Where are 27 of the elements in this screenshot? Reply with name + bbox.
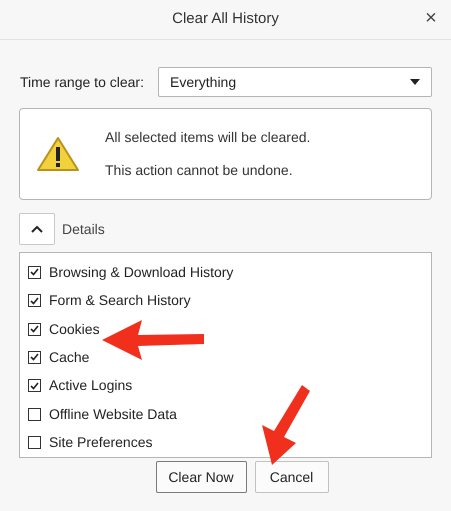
details-label: Details	[62, 220, 105, 238]
checkbox[interactable]	[28, 379, 41, 392]
details-toggle-button[interactable]	[19, 213, 55, 245]
checkbox-label: Cache	[49, 348, 90, 367]
checkbox[interactable]	[28, 266, 41, 279]
checkbox-label: Browsing & Download History	[49, 262, 234, 282]
dialog-button[interactable]: Cancel	[254, 461, 328, 493]
checkbox[interactable]	[28, 294, 41, 308]
field-label: Time range to clear:	[20, 72, 144, 92]
chevron-icon	[31, 225, 43, 233]
time-range-dropdown[interactable]: Everything	[158, 67, 432, 97]
dialog-button[interactable]: Clear Now	[156, 461, 246, 493]
window-title: Clear All History	[172, 9, 279, 30]
checkbox-label: Offline Website Data	[49, 404, 177, 424]
close-button[interactable]: ×	[419, 6, 443, 30]
checkbox[interactable]	[28, 408, 41, 421]
checkbox-label: Site Preferences	[49, 433, 152, 452]
warning-text: All selected items will be cleared.	[105, 128, 310, 147]
checkbox[interactable]	[28, 322, 41, 336]
checkbox[interactable]	[28, 350, 41, 364]
caret-icon	[410, 79, 420, 85]
warning-text: This action cannot be undone.	[105, 161, 294, 180]
warning-icon	[37, 136, 79, 172]
checkbox-label: Form & Search History	[49, 291, 191, 310]
checkbox[interactable]	[28, 436, 41, 450]
checkbox-label: Active Logins	[49, 376, 132, 396]
checkbox-label: Cookies	[49, 320, 100, 339]
